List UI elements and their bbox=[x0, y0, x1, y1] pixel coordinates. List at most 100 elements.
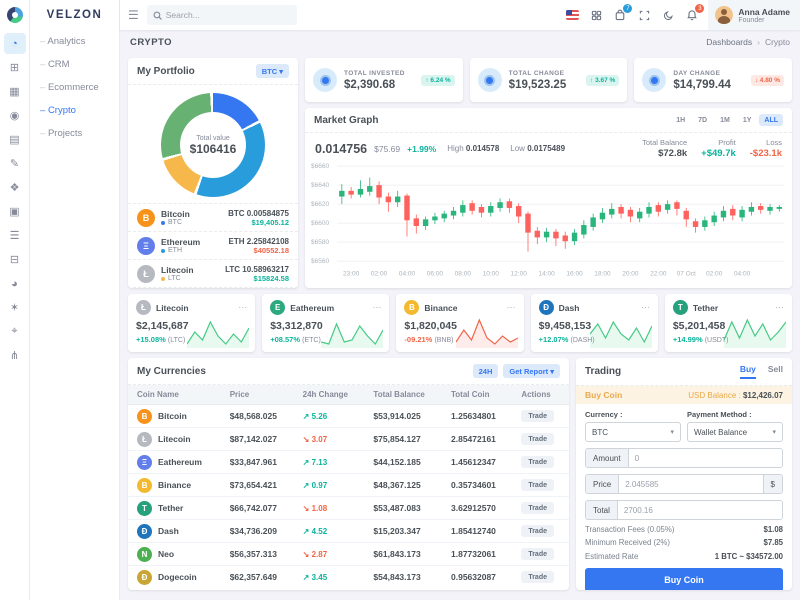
rail-tables-icon[interactable]: ⊟ bbox=[4, 249, 26, 270]
portfolio-coin-row[interactable]: B Bitcoin BTC BTC 0.00584875 $19,405.12 bbox=[128, 203, 298, 231]
trade-button[interactable]: Trade bbox=[521, 502, 554, 515]
market-total: Profit +$49.7k bbox=[701, 138, 736, 159]
amount-input[interactable] bbox=[628, 449, 782, 467]
timeframe-24h-button[interactable]: 24H bbox=[472, 364, 499, 378]
portfolio-coin-row[interactable]: ĐDashDASHDASH 204.28565885$30635.84 bbox=[128, 287, 298, 288]
breadcrumb-dashboards[interactable]: Dashboards bbox=[706, 37, 752, 47]
apps-grid-icon[interactable] bbox=[584, 3, 608, 27]
trading-tab-sell[interactable]: Sell bbox=[768, 364, 783, 379]
currency-select[interactable]: BTC ▾ bbox=[585, 422, 681, 442]
range-tab-1y[interactable]: 1Y bbox=[738, 114, 757, 126]
cell-total-coin: 1.25634801 bbox=[442, 404, 513, 428]
cell-price: $62,357.649 bbox=[229, 572, 277, 582]
price-currency-suffix: $ bbox=[762, 475, 782, 493]
market-total: Loss -$23.1k bbox=[750, 138, 782, 159]
market-summary: 0.014756 $75.69 +1.99% High 0.014578 Low… bbox=[305, 133, 792, 162]
range-tab-1h[interactable]: 1H bbox=[671, 114, 690, 126]
range-tab-all[interactable]: ALL bbox=[759, 114, 783, 126]
more-options-icon[interactable]: ⋯ bbox=[238, 302, 247, 313]
notifications-bell-icon[interactable]: 3 bbox=[680, 3, 705, 27]
trade-button[interactable]: Trade bbox=[521, 456, 554, 469]
range-tab-7d[interactable]: 7D bbox=[693, 114, 712, 126]
my-portfolio-card: My Portfolio BTC ▾ Total value $106416 B… bbox=[128, 58, 298, 288]
get-report-button[interactable]: Get Report ▾ bbox=[503, 364, 560, 378]
cell-24h-change: ↗ 7.13 bbox=[293, 450, 365, 474]
mini-coin-name: Dash bbox=[558, 302, 580, 313]
price-input[interactable] bbox=[619, 475, 763, 493]
binance-summary-card: B Binance ⋯ $1,820,045 -09.21% (BNB) bbox=[396, 294, 524, 352]
language-flag-icon[interactable] bbox=[560, 3, 584, 27]
svg-text:$6560: $6560 bbox=[311, 258, 329, 265]
payment-method-select[interactable]: Wallet Balance ▾ bbox=[687, 422, 783, 442]
payment-method-label: Payment Method : bbox=[687, 410, 752, 419]
rail-pages-icon[interactable]: ▤ bbox=[4, 129, 26, 150]
more-options-icon[interactable]: ⋯ bbox=[641, 302, 650, 313]
tether-icon: T bbox=[672, 300, 688, 315]
buy-coin-button[interactable]: Buy Coin bbox=[585, 567, 783, 590]
user-menu[interactable]: Anna Adame Founder bbox=[708, 0, 800, 30]
table-row: N Neo $56,357.313 ↘ 2.87 $61,843.173 1.877320… bbox=[128, 542, 569, 566]
portfolio-coin-row[interactable]: Ξ Ethereum ETH ETH 2.25842108 $40552.18 bbox=[128, 231, 298, 259]
market-total-label: Total Balance bbox=[642, 138, 688, 147]
trading-tab-buy[interactable]: Buy bbox=[739, 364, 756, 379]
coin-meta: Bitcoin BTC bbox=[161, 209, 222, 226]
cart-icon[interactable]: 7 bbox=[608, 3, 633, 27]
cell-coin-name: Ξ Eathereum bbox=[128, 450, 221, 474]
svg-text:08:00: 08:00 bbox=[455, 271, 472, 278]
sidebar: VELZON AnalyticsCRMEcommerceCryptoProjec… bbox=[30, 0, 120, 600]
range-tab-1m[interactable]: 1M bbox=[715, 114, 735, 126]
rail-widgets-icon[interactable]: ▣ bbox=[4, 201, 26, 222]
portfolio-donut-chart: Total value $106416 bbox=[161, 93, 265, 197]
brand-logo-icon[interactable] bbox=[6, 7, 23, 23]
trade-button[interactable]: Trade bbox=[521, 525, 554, 538]
table-row: T Tether $66,742.077 ↘ 1.08 $53,487.083 3.629… bbox=[128, 496, 569, 520]
portfolio-currency-select[interactable]: BTC ▾ bbox=[255, 64, 289, 78]
total-input[interactable] bbox=[617, 501, 782, 519]
rail-apps-icon[interactable]: ⊞ bbox=[4, 57, 26, 78]
sidebar-item-projects[interactable]: Projects bbox=[30, 122, 119, 145]
sparkline-chart bbox=[589, 320, 652, 348]
stat-value: $19,523.25 bbox=[508, 78, 567, 91]
brand-wordmark[interactable]: VELZON bbox=[30, 0, 119, 30]
cell-total-balance: $53,487.083 bbox=[364, 496, 442, 520]
more-options-icon[interactable]: ⋯ bbox=[507, 302, 516, 313]
coin-symbol: BTC bbox=[161, 219, 222, 226]
icon-sidebar: ◔ ⊞ ▦ ◉ ▤ ✎ ❖ ▣ ☰ ⊟ ◕ ✶ ⌖ ⋔ bbox=[0, 0, 30, 600]
hamburger-icon[interactable]: ☰ bbox=[128, 8, 139, 22]
portfolio-coin-row[interactable]: Ł Litecoin LTC LTC 10.58963217 $15824.58 bbox=[128, 259, 298, 287]
coin-values: BTC 0.00584875 $19,405.12 bbox=[228, 209, 289, 227]
sidebar-item-crypto[interactable]: Crypto bbox=[30, 99, 119, 122]
stat-label: DAY CHANGE bbox=[673, 69, 721, 77]
trade-button[interactable]: Trade bbox=[521, 548, 554, 561]
search-input[interactable] bbox=[165, 10, 291, 20]
cell-total-coin: 2.85472161 bbox=[442, 427, 513, 451]
trade-button[interactable]: Trade bbox=[521, 479, 554, 492]
trade-button[interactable]: Trade bbox=[521, 410, 554, 423]
rail-forms-icon[interactable]: ☰ bbox=[4, 225, 26, 246]
rail-layouts-icon[interactable]: ▦ bbox=[4, 81, 26, 102]
sidebar-item-ecommerce[interactable]: Ecommerce bbox=[30, 76, 119, 99]
mini-coin-name: Eathereum bbox=[290, 302, 335, 313]
rail-multilevel-icon[interactable]: ⋔ bbox=[4, 345, 26, 366]
sidebar-item-crm[interactable]: CRM bbox=[30, 53, 119, 76]
rail-charts-icon[interactable]: ◕ bbox=[4, 273, 26, 294]
fullscreen-icon[interactable] bbox=[632, 3, 656, 27]
rail-landing-icon[interactable]: ✎ bbox=[4, 153, 26, 174]
cell-total-coin: 1.87732061 bbox=[442, 542, 513, 566]
sparkline-chart bbox=[455, 318, 518, 348]
rail-icons-icon[interactable]: ✶ bbox=[4, 297, 26, 318]
trade-button[interactable]: Trade bbox=[521, 571, 554, 584]
sidebar-item-analytics[interactable]: Analytics bbox=[30, 30, 119, 53]
fee-label: Transaction Fees (0.05%) bbox=[585, 524, 675, 534]
rail-dashboards-icon[interactable]: ◔ bbox=[3, 33, 26, 54]
rail-maps-icon[interactable]: ⌖ bbox=[4, 321, 26, 342]
more-options-icon[interactable]: ⋯ bbox=[372, 302, 381, 313]
rail-components-icon[interactable]: ❖ bbox=[4, 177, 26, 198]
dark-mode-moon-icon[interactable] bbox=[656, 3, 680, 27]
donut-total-label: Total value bbox=[196, 134, 230, 142]
trade-button[interactable]: Trade bbox=[521, 433, 554, 446]
more-options-icon[interactable]: ⋯ bbox=[775, 302, 784, 313]
rail-authentication-icon[interactable]: ◉ bbox=[4, 105, 26, 126]
cell-24h-change: ↘ 1.08 bbox=[293, 496, 365, 520]
change-value: ↗ 5.26 bbox=[302, 412, 328, 421]
